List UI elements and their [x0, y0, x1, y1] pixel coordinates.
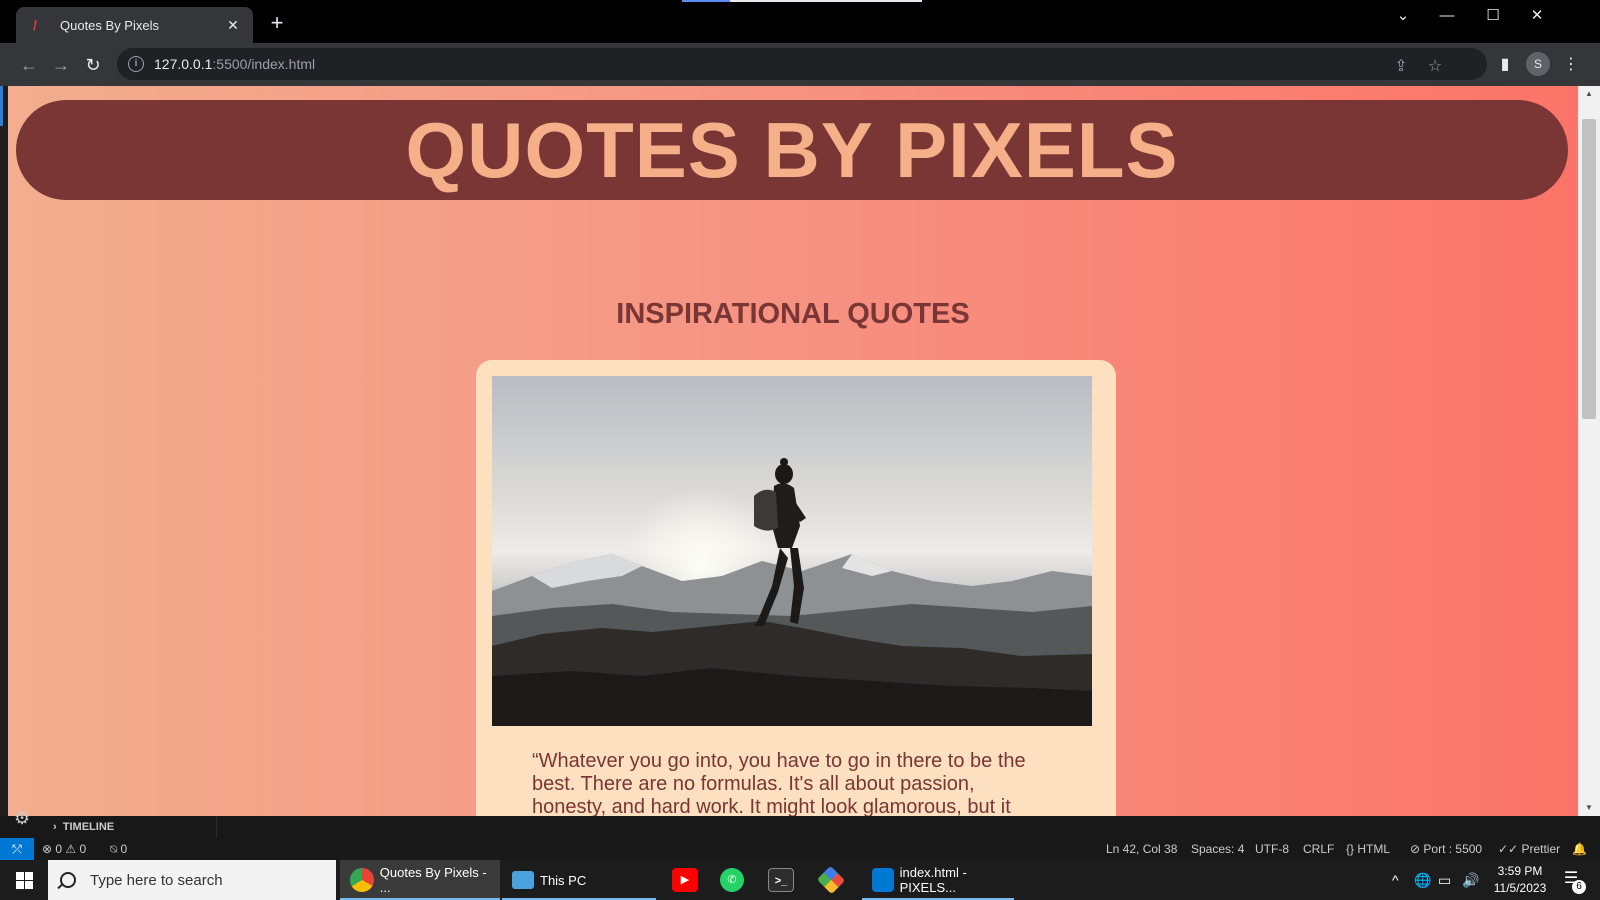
scroll-up-icon[interactable]: ▲: [1578, 86, 1600, 102]
site-title: QUOTES BY PIXELS: [405, 106, 1179, 194]
vscode-status-bar: ⤱ ⊗ 0 ⚠ 0 ⍉ 0 Ln 42, Col 38 Spaces: 4 UT…: [0, 838, 1600, 860]
ports-indicator[interactable]: ⍉ 0: [110, 842, 127, 857]
browser-tab-strip: / Quotes By Pixels ✕ + ⌄ — ☐ ✕: [0, 0, 1600, 43]
share-icon[interactable]: ⇪: [1391, 56, 1411, 76]
computer-icon: [512, 871, 534, 889]
live-server-port[interactable]: ⊘ Port : 5500: [1410, 842, 1482, 856]
url-text: 127.0.0.1:5500/index.html: [154, 56, 316, 72]
indentation[interactable]: Spaces: 4: [1191, 842, 1244, 856]
gear-icon[interactable]: ⚙: [14, 808, 30, 829]
page-favicon-icon: /: [33, 17, 37, 33]
git-tool-icon[interactable]: [816, 865, 846, 895]
language-mode[interactable]: {} HTML: [1346, 842, 1390, 856]
maximize-button[interactable]: ☐: [1470, 4, 1516, 28]
whatsapp-icon[interactable]: ✆: [720, 868, 744, 892]
site-header-banner: QUOTES BY PIXELS: [16, 100, 1568, 200]
youtube-icon[interactable]: ▶: [672, 868, 698, 892]
prettier-status[interactable]: ✓✓ Prettier: [1498, 842, 1560, 856]
loading-indicator: [682, 0, 922, 2]
reload-icon[interactable]: ↻: [80, 52, 106, 78]
quote-card: “Whatever you go into, you have to go in…: [476, 360, 1116, 816]
battery-icon[interactable]: ▭: [1438, 860, 1451, 900]
close-window-button[interactable]: ✕: [1514, 4, 1560, 28]
bell-icon[interactable]: 🔔: [1572, 842, 1587, 856]
page-scrollbar[interactable]: ▲ ▼: [1578, 86, 1600, 816]
encoding[interactable]: UTF-8: [1255, 842, 1289, 856]
vscode-icon: [872, 868, 894, 892]
menu-icon[interactable]: ⋮: [1558, 52, 1584, 78]
info-icon[interactable]: i: [128, 56, 144, 72]
terminal-icon[interactable]: >_: [768, 868, 794, 892]
minimize-button[interactable]: —: [1424, 4, 1470, 28]
windows-logo-icon: [16, 872, 33, 889]
address-bar[interactable]: i 127.0.0.1:5500/index.html ⇪ ☆: [117, 48, 1487, 80]
search-icon: [60, 872, 76, 888]
start-button[interactable]: [0, 860, 48, 900]
close-tab-icon[interactable]: ✕: [223, 17, 243, 34]
scroll-down-icon[interactable]: ▼: [1578, 800, 1600, 816]
problems-indicator[interactable]: ⊗ 0 ⚠ 0: [42, 842, 86, 856]
network-globe-icon[interactable]: 🌐: [1414, 860, 1431, 900]
volume-icon[interactable]: 🔊: [1462, 860, 1479, 900]
notification-icon[interactable]: ☰ 6: [1558, 868, 1586, 894]
search-placeholder: Type here to search: [90, 871, 223, 889]
forward-icon[interactable]: →: [48, 52, 74, 78]
remote-connection-icon[interactable]: ⤱: [0, 838, 34, 860]
page-viewport: QUOTES BY PIXELS INSPIRATIONAL QUOTES “W…: [8, 86, 1578, 816]
side-panel-icon[interactable]: ▮: [1492, 52, 1518, 78]
timeline-header[interactable]: › TIMELINE: [53, 821, 114, 833]
section-heading: INSPIRATIONAL QUOTES: [616, 298, 970, 330]
show-hidden-icons-icon[interactable]: ^: [1392, 860, 1399, 900]
line-ending[interactable]: CRLF: [1303, 842, 1334, 856]
scroll-thumb[interactable]: [1582, 119, 1596, 419]
tab-quotes-by-pixels[interactable]: / Quotes By Pixels ✕: [16, 7, 253, 43]
vscode-activity-edge: [0, 86, 8, 816]
quote-text: “Whatever you go into, you have to go in…: [532, 750, 1026, 816]
hiker-mountain-photo: [492, 376, 1092, 726]
vscode-timeline-panel: ⚙ › TIMELINE: [0, 808, 1600, 838]
back-icon[interactable]: ←: [16, 52, 42, 78]
notification-badge: 6: [1572, 880, 1586, 894]
system-clock[interactable]: 3:59 PM 11/5/2023: [1490, 863, 1550, 897]
cursor-position[interactable]: Ln 42, Col 38: [1106, 842, 1177, 856]
tab-search-chevron-icon[interactable]: ⌄: [1380, 4, 1426, 28]
tab-title: Quotes By Pixels: [60, 17, 159, 33]
taskbar-item-chrome[interactable]: Quotes By Pixels - ...: [340, 860, 500, 900]
taskbar-search[interactable]: Type here to search: [48, 860, 336, 900]
taskbar-item-this-pc[interactable]: This PC: [502, 860, 656, 900]
taskbar-item-vscode[interactable]: index.html - PIXELS...: [862, 860, 1014, 900]
chrome-icon: [350, 868, 374, 892]
star-icon[interactable]: ☆: [1425, 56, 1445, 76]
profile-avatar[interactable]: S: [1526, 52, 1550, 76]
windows-taskbar: Type here to search Quotes By Pixels - .…: [0, 860, 1600, 900]
new-tab-button[interactable]: +: [266, 12, 288, 35]
browser-toolbar: ← → ↻ i 127.0.0.1:5500/index.html ⇪ ☆ ▮ …: [0, 43, 1600, 86]
